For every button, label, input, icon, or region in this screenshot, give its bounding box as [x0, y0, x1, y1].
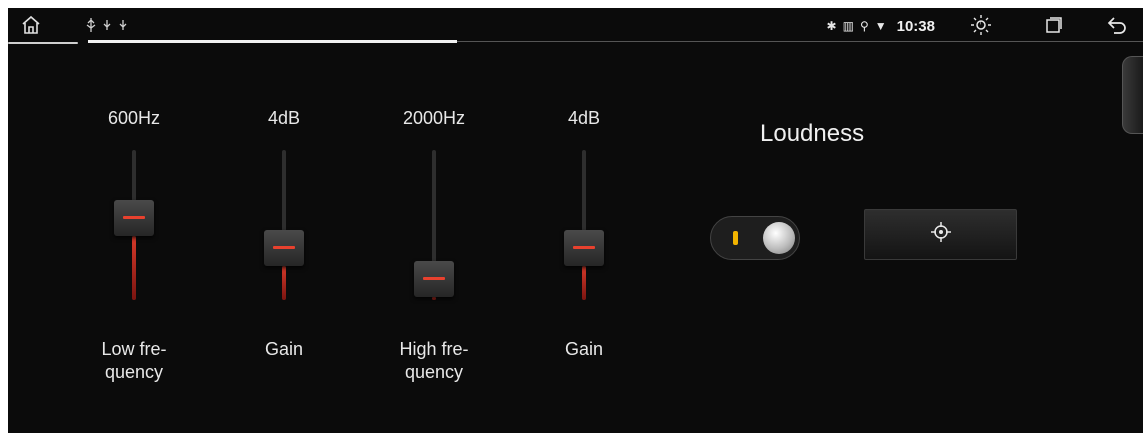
progress-fill	[88, 40, 458, 43]
band-value: 4dB	[567, 108, 601, 128]
wifi-icon: ▼	[874, 19, 887, 33]
slider-fill	[132, 235, 136, 300]
toggle-knob	[763, 222, 795, 254]
slider-fill	[582, 265, 586, 300]
screen: ✱ ▥ ⚲ ▼ 10:38 600Hz Low fre- quency 4dB …	[8, 8, 1143, 433]
band-value: 4dB	[267, 108, 301, 128]
band-value: 600Hz	[107, 108, 161, 128]
home-indicator	[8, 42, 78, 44]
loudness-title: Loudness	[760, 120, 865, 147]
slider-fill	[432, 297, 436, 300]
usb-icon	[84, 14, 134, 36]
signal-icon: ▥	[842, 19, 854, 33]
band-value: 2000Hz	[402, 108, 466, 128]
location-icon: ⚲	[859, 19, 869, 33]
band-label: Gain	[564, 339, 604, 359]
target-button[interactable]	[864, 209, 1017, 260]
side-panel-handle[interactable]	[1122, 56, 1143, 134]
slider-knob[interactable]	[414, 261, 454, 297]
brightness-icon[interactable]	[969, 14, 993, 36]
back-icon[interactable]	[1105, 14, 1129, 36]
slider-knob[interactable]	[114, 199, 154, 236]
band-label: Low fre- quency	[101, 339, 167, 382]
status-bar: ✱ ▥ ⚲ ▼ 10:38	[8, 8, 1143, 42]
status-indicators: ✱ ▥ ⚲ ▼ 10:38	[827, 16, 935, 36]
slider-fill	[282, 265, 286, 300]
bluetooth-icon: ✱	[826, 19, 837, 33]
recent-apps-icon[interactable]	[1043, 14, 1065, 36]
slider-knob[interactable]	[564, 229, 604, 266]
clock: 10:38	[896, 17, 935, 35]
band-label: High fre- quency	[399, 339, 469, 382]
loudness-toggle[interactable]	[710, 216, 800, 260]
toggle-on-indicator	[733, 231, 738, 245]
band-label: Gain	[264, 339, 304, 359]
crosshair-icon	[929, 220, 953, 249]
home-icon[interactable]	[16, 14, 46, 36]
slider-knob[interactable]	[264, 229, 304, 266]
